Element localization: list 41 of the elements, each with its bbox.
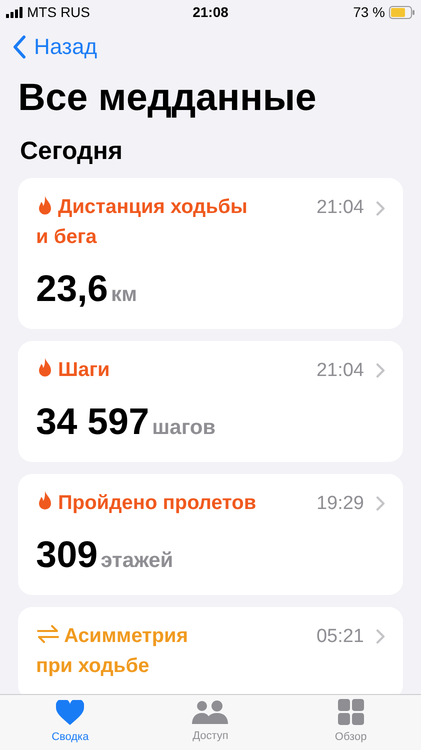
chevron-right-icon xyxy=(376,200,385,216)
metric-value: 34 597 xyxy=(36,403,150,440)
tab[interactable]: Сводка xyxy=(0,695,140,750)
clock: 21:08 xyxy=(192,2,228,22)
metric-title: Пройдено пролетов xyxy=(36,488,256,518)
metric-title: Дистанция ходьбы и бега xyxy=(36,194,248,250)
metric-title: Асимметрия при ходьбе xyxy=(36,623,188,678)
arrows-icon xyxy=(36,624,60,644)
section-heading: Сегодня xyxy=(20,136,124,166)
chevron-right-icon xyxy=(376,496,385,512)
metric-unit: шагов xyxy=(152,415,216,441)
page-title: Все медданные xyxy=(18,76,318,121)
signal-icon xyxy=(6,6,23,18)
metric-time: 05:21 xyxy=(316,624,364,648)
tab[interactable]: Обзор xyxy=(280,695,421,750)
carrier-name: MTS RUS xyxy=(27,2,90,22)
back-button[interactable]: Назад xyxy=(12,30,98,63)
battery-percent: 73 % xyxy=(353,2,385,22)
flame-icon xyxy=(36,491,54,512)
metric-time: 19:29 xyxy=(316,492,364,516)
metric-unit: км xyxy=(111,282,138,308)
metric-card[interactable]: Шаги 21:04 34 597 шагов xyxy=(18,340,403,462)
metric-value: 309 xyxy=(36,536,98,573)
metric-value: 23,6 xyxy=(36,270,108,307)
heart-icon xyxy=(56,700,84,725)
metric-unit: этажей xyxy=(100,548,174,574)
grid-icon xyxy=(338,699,364,726)
chevron-right-icon xyxy=(376,629,385,644)
metric-card[interactable]: Дистанция ходьбы и бега 21:04 23,6 км xyxy=(18,178,403,328)
battery-icon xyxy=(389,6,415,18)
tab[interactable]: Доступ xyxy=(140,695,281,750)
metric-time: 21:04 xyxy=(316,358,364,382)
metric-card[interactable]: Пройдено пролетов 19:29 309 этажей xyxy=(18,474,403,594)
chevron-right-icon xyxy=(376,363,385,378)
metric-time: 21:04 xyxy=(316,196,364,220)
metric-title: Шаги xyxy=(36,354,110,384)
people-icon xyxy=(192,700,228,724)
chevron-left-icon xyxy=(12,34,26,58)
flame-icon xyxy=(36,196,54,216)
metric-card[interactable]: Асимметрия при ходьбе 05:21 xyxy=(18,606,403,694)
flame-icon xyxy=(36,358,54,378)
